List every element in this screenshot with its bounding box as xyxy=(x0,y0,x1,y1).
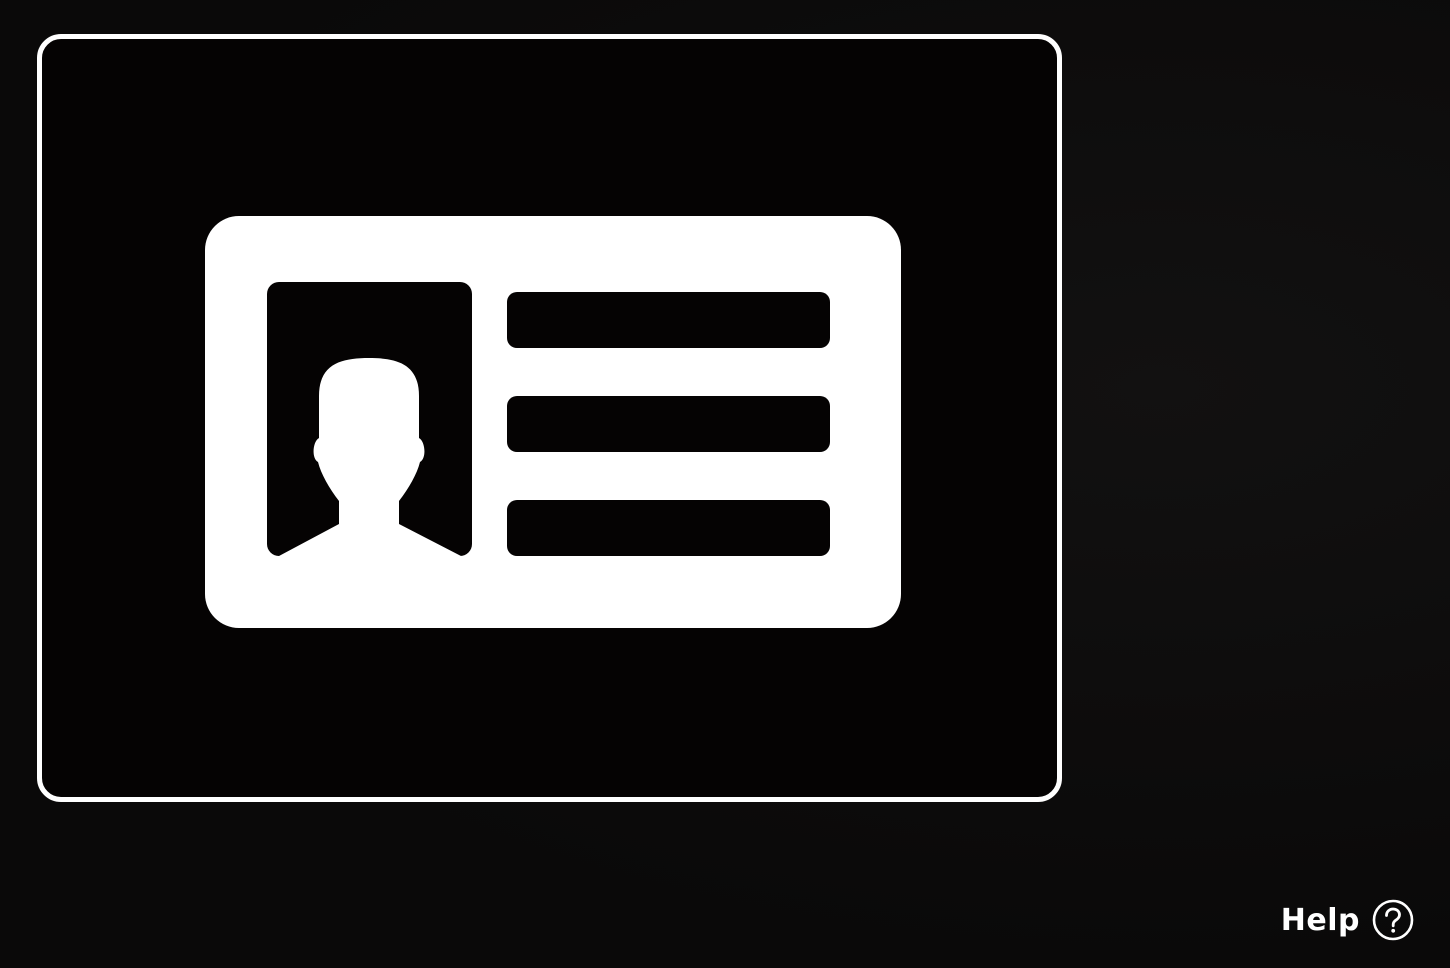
help-button[interactable]: Help xyxy=(1281,899,1414,941)
question-circle-icon xyxy=(1372,899,1414,941)
document-capture-frame xyxy=(37,34,1062,802)
document-capture-screen: Help xyxy=(0,0,1450,968)
id-card-icon xyxy=(205,216,901,628)
id-card-line-3 xyxy=(507,500,830,556)
id-card-line-1 xyxy=(507,292,830,348)
help-label: Help xyxy=(1280,902,1360,938)
id-card-line-2 xyxy=(507,396,830,452)
